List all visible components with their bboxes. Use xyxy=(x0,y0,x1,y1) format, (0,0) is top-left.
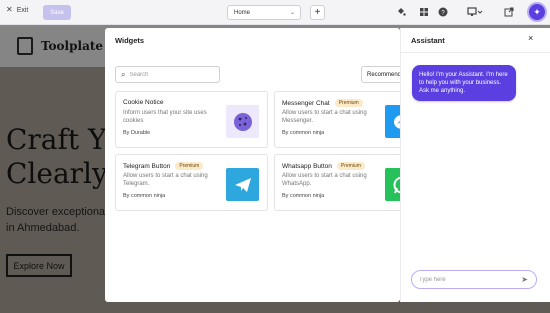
widget-author: By common ninja xyxy=(123,193,166,199)
widget-card-messenger-chat[interactable]: Messenger Chat Premium Allow users to st… xyxy=(274,91,400,148)
premium-badge: Premium xyxy=(336,162,365,170)
send-icon[interactable]: ➤ xyxy=(521,275,528,284)
sort-select[interactable]: Recommend xyxy=(361,66,400,83)
exit-button[interactable]: ✕ Exit xyxy=(6,6,28,14)
widget-author: By common ninja xyxy=(282,130,325,136)
widgets-title: Widgets xyxy=(115,36,145,45)
assistant-title: Assistant xyxy=(411,36,445,45)
widget-author: By common ninja xyxy=(282,193,325,199)
add-page-button[interactable]: + xyxy=(310,5,325,20)
chevron-down-icon: ⌄ xyxy=(289,10,295,16)
widget-description: Allow users to start a chat using Telegr… xyxy=(123,173,208,187)
widget-title: Cookie Notice xyxy=(123,99,164,106)
widget-description: Allow users to start a chat using Messen… xyxy=(282,110,367,124)
grid-icon[interactable] xyxy=(418,6,429,17)
widget-search[interactable]: ⌕ xyxy=(115,66,220,83)
divider xyxy=(401,52,550,53)
widget-description: Allow users to start a chat using WhatsA… xyxy=(282,173,367,187)
close-icon[interactable]: × xyxy=(528,33,533,43)
widget-card-cookie-notice[interactable]: Cookie Notice Inform users that your sit… xyxy=(115,91,268,148)
widget-title: Whatsapp Button xyxy=(282,162,332,170)
search-icon: ⌕ xyxy=(121,69,126,79)
ai-assistant-icon[interactable]: ✦ xyxy=(527,2,547,22)
assistant-input[interactable]: ➤ xyxy=(411,270,537,289)
message-input[interactable] xyxy=(419,276,509,283)
widget-card-whatsapp-button[interactable]: Whatsapp Button Premium Allow users to s… xyxy=(274,154,400,211)
assistant-message: Hello! I'm your Assistant. I'm here to h… xyxy=(412,65,516,101)
telegram-icon xyxy=(226,168,259,201)
page-select-value: Home xyxy=(234,9,251,16)
premium-badge: Premium xyxy=(334,99,363,107)
widget-card-telegram-button[interactable]: Telegram Button Premium Allow users to s… xyxy=(115,154,268,211)
paint-bucket-icon[interactable] xyxy=(395,6,406,17)
editor-toolbar: ✕ Exit Save Home ⌄ + ? ✦ xyxy=(0,0,550,25)
search-input[interactable] xyxy=(129,71,210,78)
exit-label: Exit xyxy=(16,6,29,14)
whatsapp-icon xyxy=(385,168,400,201)
desktop-icon[interactable] xyxy=(466,6,484,17)
widgets-modal: Widgets ⌕ Recommend Cookie Notice Inform… xyxy=(105,28,400,302)
assistant-panel: Assistant × Hello! I'm your Assistant. I… xyxy=(400,28,550,302)
page-select[interactable]: Home ⌄ xyxy=(227,5,301,20)
premium-badge: Premium xyxy=(175,162,204,170)
widget-title: Telegram Button xyxy=(123,162,171,170)
close-icon: ✕ xyxy=(6,5,13,14)
external-link-icon[interactable] xyxy=(503,6,514,17)
widget-title: Messenger Chat xyxy=(282,99,330,107)
messenger-icon xyxy=(385,105,400,138)
cookie-icon xyxy=(226,105,259,138)
widget-author: By Durable xyxy=(123,130,151,136)
widget-description: Inform users that your site uses cookies xyxy=(123,110,207,124)
help-icon[interactable]: ? xyxy=(437,6,448,17)
save-button[interactable]: Save xyxy=(43,5,71,20)
